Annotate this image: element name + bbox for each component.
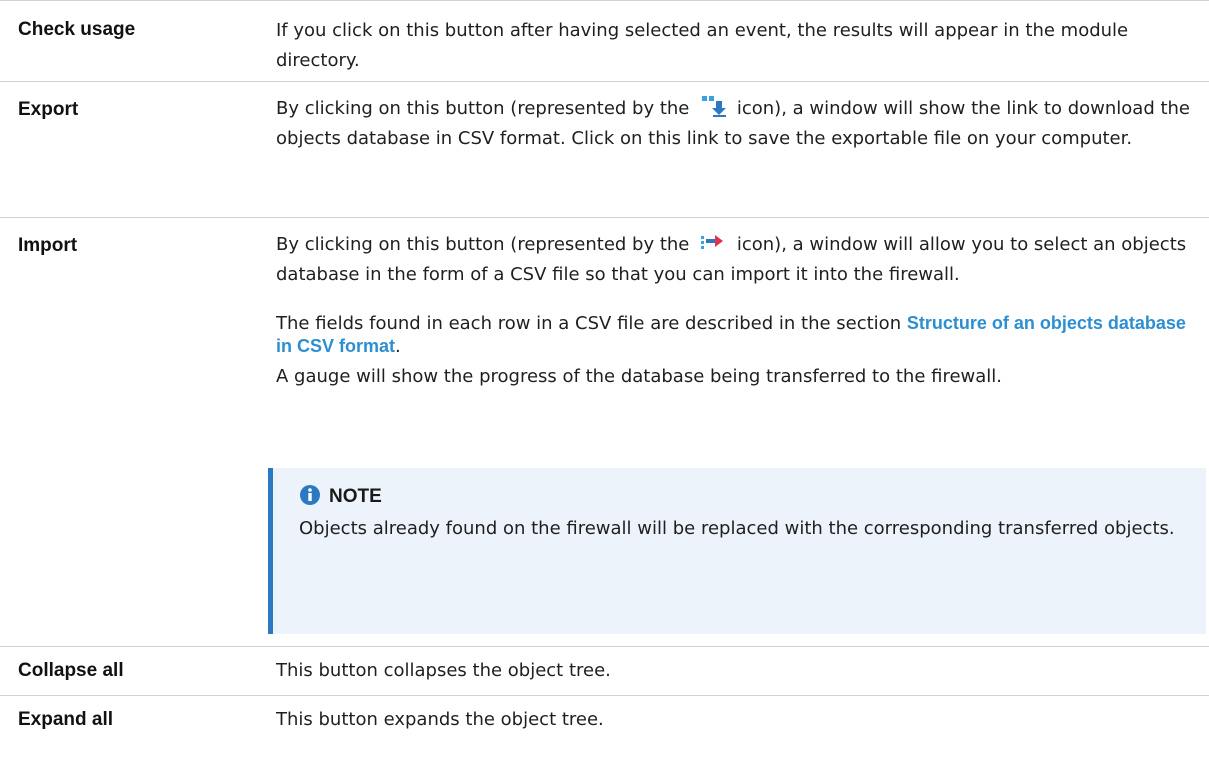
info-icon — [300, 485, 320, 505]
desc-paragraph: By clicking on this button (represented … — [276, 94, 1191, 154]
desc-import: By clicking on this button (represented … — [276, 230, 1196, 392]
table-row-collapse-all: Collapse all This button collapses the o… — [0, 647, 1209, 696]
desc-export: By clicking on this button (represented … — [276, 94, 1196, 154]
desc-text-before: By clicking on this button (represented … — [276, 234, 690, 255]
download-icon — [702, 96, 727, 117]
table-row-expand-all: Expand all This button expands the objec… — [0, 696, 1209, 744]
desc-collapse-all: This button collapses the object tree. — [276, 660, 611, 681]
section-ref-text: The fields found in each row in a CSV fi… — [276, 313, 902, 334]
term-expand-all: Expand all — [18, 709, 114, 730]
definition-table: Check usage If you click on this button … — [0, 0, 1209, 744]
table-row-export: Export By clicking on this button (repre… — [0, 82, 1209, 218]
note-body: Objects already found on the firewall wi… — [299, 518, 1175, 539]
term-collapse-all: Collapse all — [18, 660, 124, 681]
desc-paragraph: By clicking on this button (represented … — [276, 230, 1191, 290]
desc-paragraph-3: A gauge will show the progress of the da… — [276, 366, 1003, 387]
desc-check-usage: If you click on this button after having… — [276, 16, 1196, 76]
term-import: Import — [18, 235, 78, 256]
table-row-check-usage: Check usage If you click on this button … — [0, 0, 1209, 82]
table-row-import: Import By clicking on this button (repre… — [0, 218, 1209, 647]
desc-text: If you click on this button after having… — [276, 20, 1129, 71]
term-export: Export — [18, 99, 79, 120]
note-title-text: NOTE — [329, 486, 382, 507]
desc-expand-all: This button expands the object tree. — [276, 709, 604, 730]
punctuation: . — [395, 336, 401, 357]
note-callout: NOTE Objects already found on the firewa… — [268, 468, 1206, 634]
import-icon — [701, 235, 724, 249]
note-title: NOTE — [299, 484, 382, 508]
desc-paragraph-2: The fields found in each row in a CSV fi… — [276, 312, 1191, 358]
desc-text-before: By clicking on this button (represented … — [276, 98, 690, 119]
term-check-usage: Check usage — [18, 19, 136, 40]
